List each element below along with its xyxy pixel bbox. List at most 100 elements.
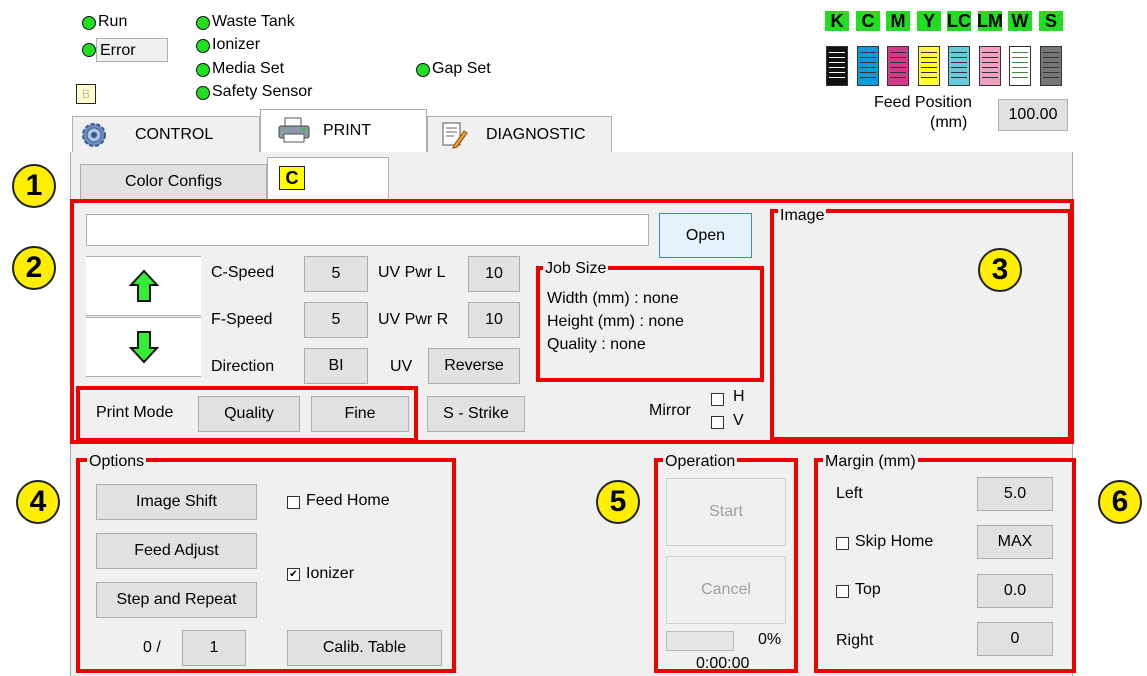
- start-button[interactable]: Start: [666, 478, 786, 546]
- feed-home-checkbox[interactable]: [287, 496, 300, 509]
- callout-badge-2-text: 2: [25, 251, 43, 284]
- printer-icon: [277, 116, 311, 144]
- feed-position-unit: (mm): [930, 114, 968, 131]
- skip-home-label: Skip Home: [855, 533, 934, 550]
- selected-color-label: C: [285, 167, 299, 188]
- tab-print-label: PRINT: [323, 122, 371, 139]
- cartridge-label-s: S: [1039, 11, 1063, 31]
- callout-badge-1: 1: [12, 164, 56, 208]
- feed-position-label: Feed Position: [874, 94, 972, 111]
- status-small-box: B: [76, 84, 96, 104]
- tab-control[interactable]: CONTROL: [72, 116, 260, 153]
- callout-badge-1-text: 1: [25, 169, 43, 202]
- margin-left-label: Left: [836, 485, 863, 502]
- cancel-button[interactable]: Cancel: [666, 556, 786, 624]
- cartridge-k: [826, 46, 848, 86]
- cartridge-level-lines: [951, 52, 967, 80]
- cartridge-label-w: W: [1008, 11, 1032, 31]
- margin-title: Margin (mm): [823, 453, 918, 471]
- cartridge-c: [857, 46, 879, 86]
- progress-bar: [666, 631, 734, 651]
- feed-home-label: Feed Home: [306, 492, 390, 509]
- skip-home-value[interactable]: MAX: [977, 525, 1053, 559]
- media-set-label: Media Set: [212, 60, 285, 77]
- gap-set-label: Gap Set: [432, 60, 491, 77]
- progress-percent: 0%: [758, 631, 782, 648]
- cartridge-label-y: Y: [917, 11, 941, 31]
- feed-position-value[interactable]: 100.00: [998, 99, 1068, 131]
- callout-badge-3: 3: [978, 248, 1022, 292]
- ionizer-checkbox[interactable]: ✔: [287, 568, 300, 581]
- image-shift-label: Image Shift: [136, 493, 217, 510]
- skip-home-value-text: MAX: [997, 533, 1033, 550]
- run-label: Run: [98, 13, 128, 30]
- color-configs-button[interactable]: Color Configs: [80, 164, 267, 200]
- margin-top-label: Top: [855, 581, 881, 598]
- image-title: Image: [778, 207, 827, 225]
- cartridge-level-lines: [829, 52, 845, 80]
- margin-right-value[interactable]: 0: [977, 622, 1053, 656]
- ionizer-status-label: Ionizer: [212, 36, 261, 53]
- calib-table-button[interactable]: Calib. Table: [287, 630, 442, 666]
- repeat-count-text: 1: [209, 639, 219, 656]
- media-set-led: [196, 63, 210, 77]
- run-led: [82, 16, 96, 30]
- callout-badge-3-text: 3: [991, 253, 1009, 286]
- selected-color-chip: C: [279, 166, 305, 190]
- error-led: [82, 43, 96, 57]
- callout-badge-5: 5: [596, 480, 640, 524]
- margin-left-value[interactable]: 5.0: [977, 477, 1053, 511]
- cartridge-label-lm: LM: [977, 10, 1003, 31]
- step-repeat-label: Step and Repeat: [116, 591, 237, 608]
- feed-adjust-button[interactable]: Feed Adjust: [96, 533, 257, 569]
- margin-top-value-text: 0.0: [1003, 582, 1027, 599]
- callout-badge-4-text: 4: [29, 485, 47, 518]
- operation-title: Operation: [663, 453, 738, 471]
- error-indicator: Error: [96, 38, 168, 62]
- cartridge-label-m: M: [886, 11, 910, 31]
- gap-set-led: [416, 63, 430, 77]
- tab-diagnostic[interactable]: DIAGNOSTIC: [427, 116, 612, 153]
- cancel-label: Cancel: [701, 581, 751, 598]
- cartridge-lc: [948, 46, 970, 86]
- tab-print[interactable]: PRINT: [260, 109, 427, 154]
- cartridge-label-c: C: [856, 11, 880, 31]
- ionizer-led: [196, 39, 210, 53]
- gear-icon: [81, 122, 107, 148]
- color-config-selected-tab[interactable]: C: [267, 157, 389, 200]
- options-title: Options: [87, 453, 147, 471]
- image-shift-button[interactable]: Image Shift: [96, 484, 257, 520]
- safety-sensor-led: [196, 86, 210, 100]
- cartridge-w: [1009, 46, 1031, 86]
- status-small-box-label: B: [81, 87, 90, 101]
- count-prefix: 0 /: [143, 639, 161, 656]
- callout-badge-6-text: 6: [1111, 485, 1129, 518]
- margin-left-value-text: 5.0: [1003, 485, 1027, 502]
- tab-control-label: CONTROL: [135, 126, 214, 143]
- cartridge-label-lc: LC: [947, 10, 971, 31]
- cartridge-level-lines: [860, 52, 876, 80]
- cartridge-m: [887, 46, 909, 86]
- cartridge-y: [918, 46, 940, 86]
- callout-badge-2: 2: [12, 246, 56, 290]
- cartridge-level-lines: [1043, 52, 1059, 80]
- cartridge-level-lines: [982, 52, 998, 80]
- safety-sensor-label: Safety Sensor: [212, 83, 313, 100]
- waste-tank-label: Waste Tank: [212, 13, 295, 30]
- callout-badge-5-text: 5: [609, 485, 627, 518]
- color-configs-label: Color Configs: [125, 173, 222, 190]
- cartridge-lm: [979, 46, 1001, 86]
- image-preview-area: [770, 209, 1072, 441]
- margin-top-value[interactable]: 0.0: [977, 574, 1053, 608]
- step-repeat-button[interactable]: Step and Repeat: [96, 582, 257, 618]
- start-label: Start: [709, 503, 743, 520]
- cartridge-level-lines: [890, 52, 906, 80]
- feed-adjust-label: Feed Adjust: [134, 542, 219, 559]
- cartridge-level-lines: [921, 52, 937, 80]
- tab-diagnostic-label: DIAGNOSTIC: [486, 126, 586, 143]
- error-label: Error: [100, 42, 136, 59]
- top-checkbox[interactable]: [836, 585, 849, 598]
- repeat-count-value[interactable]: 1: [182, 630, 246, 666]
- skip-home-checkbox[interactable]: [836, 537, 849, 550]
- margin-right-value-text: 0: [1010, 630, 1020, 647]
